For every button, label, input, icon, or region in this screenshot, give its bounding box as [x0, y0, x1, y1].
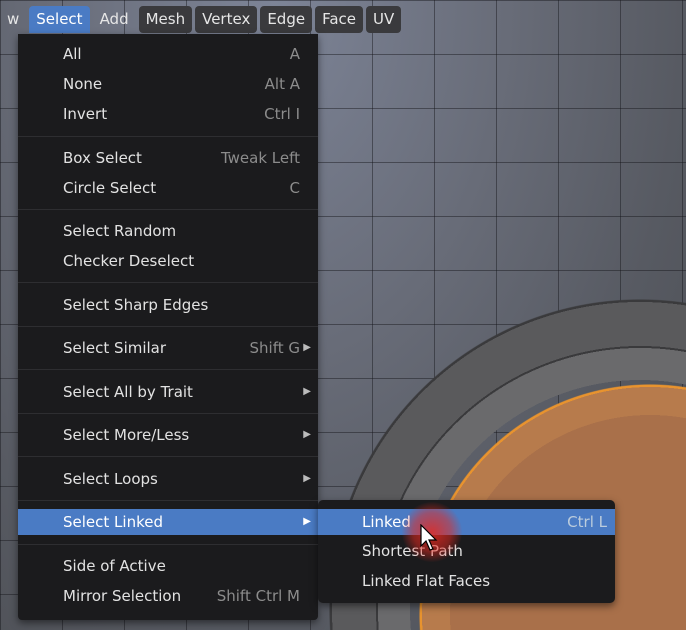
menu-item-select-all-by-trait[interactable]: Select All by Trait ▶: [18, 379, 318, 405]
menu-item-label: Select More/Less: [63, 426, 190, 444]
shortcut-label: Tweak Left: [220, 149, 300, 167]
mouse-cursor-icon: [420, 524, 438, 551]
menu-separator: [18, 369, 318, 370]
menu-item-linked-flat-faces[interactable]: Linked Flat Faces: [318, 568, 615, 594]
submenu-arrow-icon: ▶: [303, 516, 311, 527]
menu-separator: [18, 413, 318, 414]
shortcut-label: A: [289, 45, 300, 63]
menu-separator: [18, 209, 318, 210]
menu-item-label: Select Linked: [63, 513, 163, 531]
menu-separator: [18, 456, 318, 457]
menu-item-label: Invert: [63, 105, 108, 123]
menu-item-label: Linked Flat Faces: [362, 572, 491, 590]
menu-item-label: Side of Active: [63, 557, 166, 575]
menu-uv[interactable]: UV: [366, 6, 402, 33]
menu-item-invert[interactable]: Invert Ctrl I: [18, 101, 318, 127]
submenu-arrow-icon: ▶: [303, 386, 311, 397]
menu-separator: [18, 326, 318, 327]
menu-item-label: Select Loops: [63, 470, 158, 488]
menu-mesh[interactable]: Mesh: [138, 6, 193, 33]
menu-item-label: Box Select: [63, 149, 142, 167]
menu-item-label: All: [63, 45, 82, 63]
menu-edge[interactable]: Edge: [260, 6, 313, 33]
menu-item-select-similar[interactable]: Select Similar Shift G ▶: [18, 335, 318, 361]
menu-add[interactable]: Add: [93, 6, 136, 33]
menu-item-checker-deselect[interactable]: Checker Deselect: [18, 248, 318, 274]
menu-item-label: Circle Select: [63, 179, 157, 197]
menu-item-none[interactable]: None Alt A: [18, 71, 318, 97]
menu-item-shortest-path[interactable]: Shortest Path: [318, 538, 615, 564]
submenu-arrow-icon: ▶: [303, 429, 311, 440]
menu-item-label: Select Similar: [63, 339, 167, 357]
menu-item-label: None: [63, 75, 103, 93]
menu-item-select-sharp-edges[interactable]: Select Sharp Edges: [18, 292, 318, 318]
menu-select[interactable]: Select: [29, 6, 90, 33]
menu-item-select-loops[interactable]: Select Loops ▶: [18, 466, 318, 492]
menu-item-label: Select Sharp Edges: [63, 296, 209, 314]
menu-w[interactable]: w: [0, 6, 26, 33]
menu-item-label: Select All by Trait: [63, 383, 193, 401]
menu-item-mirror-selection[interactable]: Mirror Selection Shift Ctrl M: [18, 583, 318, 609]
menu-item-box-select[interactable]: Box Select Tweak Left: [18, 145, 318, 171]
menu-separator: [18, 282, 318, 283]
select-linked-submenu: LinkedCtrl L Shortest Path Linked Flat Fac…: [318, 500, 615, 603]
menu-item-circle-select[interactable]: Circle Select C: [18, 175, 318, 201]
shortcut-label: Ctrl I: [264, 105, 300, 123]
menu-item-select-linked[interactable]: Select Linked ▶: [18, 509, 318, 535]
submenu-arrow-icon: ▶: [303, 473, 311, 484]
shortcut-label: Ctrl L: [567, 513, 607, 531]
menu-vertex[interactable]: Vertex: [195, 6, 258, 33]
menu-separator: [18, 136, 318, 137]
menu-separator: [18, 500, 318, 501]
shortcut-label: Alt A: [264, 75, 300, 93]
viewport-header-menus: w Select Add Mesh Vertex Edge Face UV: [0, 6, 402, 34]
menu-face[interactable]: Face: [315, 6, 363, 33]
shortcut-label: Shift Ctrl M: [216, 587, 300, 605]
menu-separator: [18, 544, 318, 545]
menu-item-label: Checker Deselect: [63, 252, 195, 270]
menu-item-select-random[interactable]: Select Random: [18, 218, 318, 244]
shortcut-label: C: [289, 179, 300, 197]
menu-item-label: Mirror Selection: [63, 587, 182, 605]
menu-item-side-of-active[interactable]: Side of Active: [18, 553, 318, 579]
shortcut-label: Shift G: [249, 339, 301, 357]
select-menu: All A None Alt A Invert Ctrl I Box Select Tweak…: [18, 34, 318, 620]
submenu-arrow-icon: ▶: [303, 342, 311, 353]
menu-item-linked[interactable]: Linked Ctrl L: [318, 509, 615, 535]
menu-item-label: Select Random: [63, 222, 177, 240]
menu-item-all[interactable]: All A: [18, 41, 318, 67]
menu-item-select-more-less[interactable]: Select More/Less ▶: [18, 422, 318, 448]
